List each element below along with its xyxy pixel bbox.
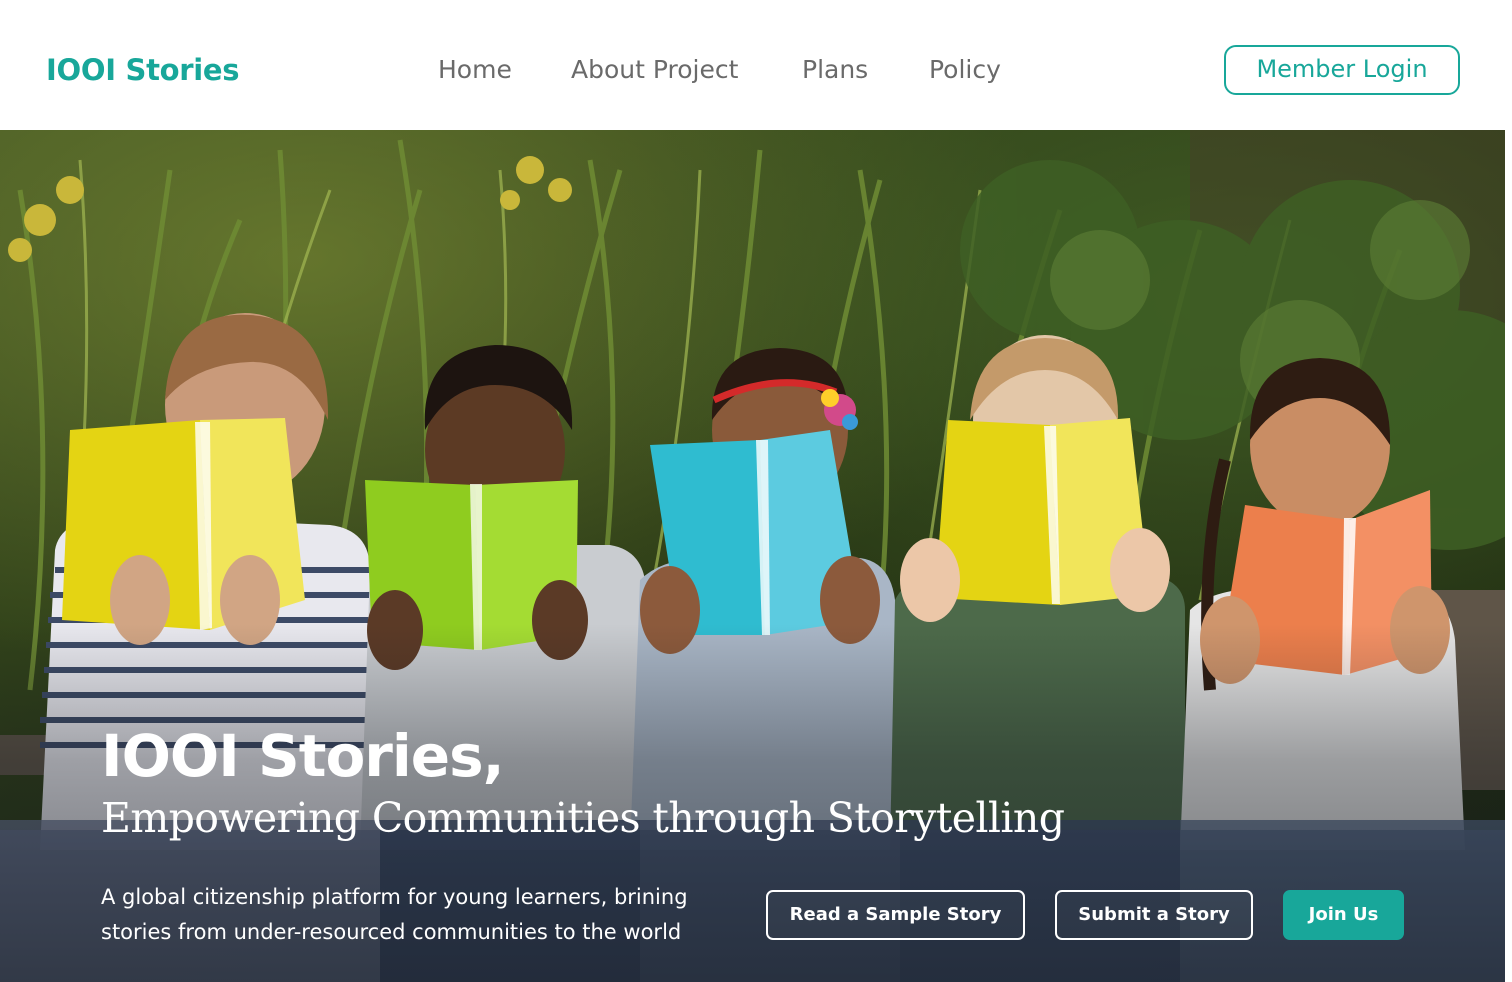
nav-plans[interactable]: Plans bbox=[802, 50, 868, 90]
hero-overlay bbox=[0, 130, 1505, 982]
join-us-button[interactable]: Join Us bbox=[1283, 890, 1404, 940]
nav-policy[interactable]: Policy bbox=[929, 50, 1001, 90]
member-login-button[interactable]: Member Login bbox=[1224, 45, 1460, 95]
submit-story-button[interactable]: Submit a Story bbox=[1055, 890, 1253, 940]
nav-about-project[interactable]: About Project bbox=[571, 50, 738, 90]
hero-subtitle: Empowering Communities through Storytell… bbox=[101, 794, 1065, 842]
hero-description-line-2: stories from under-resourced communities… bbox=[101, 920, 682, 944]
brand-logo[interactable]: IOOI Stories bbox=[46, 50, 240, 90]
hero-title: IOOI Stories, bbox=[101, 722, 505, 790]
hero-description-line-1: A global citizenship platform for young … bbox=[101, 885, 688, 909]
read-sample-story-button[interactable]: Read a Sample Story bbox=[766, 890, 1025, 940]
hero-section: IOOI Stories, Empowering Communities thr… bbox=[0, 130, 1505, 982]
hero-description: A global citizenship platform for young … bbox=[101, 880, 741, 950]
nav-home[interactable]: Home bbox=[438, 50, 512, 90]
site-header: IOOI Stories Home About Project Plans Po… bbox=[0, 0, 1512, 130]
